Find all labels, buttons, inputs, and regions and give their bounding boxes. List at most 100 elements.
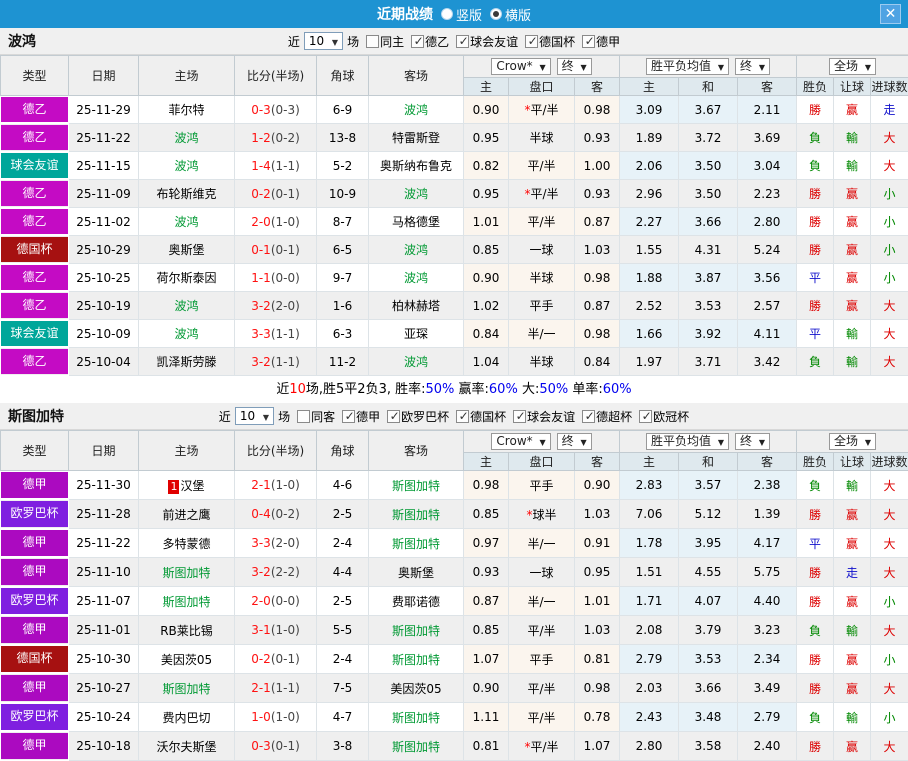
avg-draw-odds: 4.07	[679, 587, 738, 616]
match-date: 25-10-30	[69, 645, 139, 674]
handicap-text: 一球	[529, 243, 553, 257]
halftime-score: (1-0)	[271, 710, 300, 724]
final-odds-select[interactable]: 终 ▼	[557, 58, 592, 75]
league-label[interactable]: 球会友谊	[470, 33, 518, 50]
match-date: 25-11-09	[69, 180, 139, 208]
score-cell: 1-2(0-2)	[235, 124, 317, 152]
home-team-cell: 多特蒙德	[139, 529, 235, 558]
score-cell: 0-1(0-1)	[235, 236, 317, 264]
away-odds: 0.91	[575, 529, 620, 558]
same-venue-label[interactable]: 同客	[311, 408, 335, 425]
col-score: 比分(半场)	[235, 431, 317, 471]
avg-away-odds: 3.04	[738, 152, 797, 180]
crow-source-select[interactable]: Crow* ▼	[491, 433, 550, 450]
match-date: 25-11-30	[69, 471, 139, 500]
league-label[interactable]: 德乙	[425, 33, 449, 50]
goals-result-cell: 大	[871, 348, 908, 376]
league-type-cell: 德甲	[1, 471, 69, 500]
handicap-result-cell: 赢	[834, 587, 871, 616]
league-checkbox[interactable]	[456, 35, 469, 48]
league-checkbox[interactable]	[582, 35, 595, 48]
goals-result-cell: 小	[871, 180, 908, 208]
league-label[interactable]: 欧罗巴杯	[401, 408, 449, 425]
away-odds: 0.84	[575, 348, 620, 376]
layout-vertical-radio[interactable]	[441, 8, 453, 20]
avg-odds-select[interactable]: 胜平负均值 ▼	[646, 58, 729, 75]
match-count-select[interactable]: 10 ▼	[304, 32, 343, 50]
chevron-down-icon: ▼	[718, 63, 724, 72]
layout-horizontal-label[interactable]: 横版	[505, 5, 531, 24]
away-odds: 0.93	[575, 124, 620, 152]
fulltime-select[interactable]: 全场 ▼	[829, 58, 876, 75]
result-cell: 平	[797, 264, 834, 292]
goals-result-cell: 小	[871, 703, 908, 732]
games-label: 场	[347, 33, 359, 50]
league-checkbox[interactable]	[525, 35, 538, 48]
handicap-cell: *平/半	[509, 732, 575, 761]
away-team-name: 斯图加特	[392, 479, 440, 493]
crow-source-select[interactable]: Crow* ▼	[491, 58, 550, 75]
same-venue-label[interactable]: 同主	[380, 33, 404, 50]
same-venue-checkbox[interactable]	[297, 410, 310, 423]
away-odds: 0.93	[575, 180, 620, 208]
handicap-cell: 半球	[509, 264, 575, 292]
subheader-cell: 主	[620, 78, 679, 96]
league-type-cell: 德甲	[1, 674, 69, 703]
summary-fragment: 近	[276, 382, 289, 397]
league-checkbox[interactable]	[387, 410, 400, 423]
layout-horizontal-radio[interactable]	[490, 8, 502, 20]
subheader-cell: 让球	[834, 78, 871, 96]
score-cell: 3-2(1-1)	[235, 348, 317, 376]
away-team-cell: 斯图加特	[369, 616, 464, 645]
avg-home-odds: 2.43	[620, 703, 679, 732]
handicap-cell: 平手	[509, 292, 575, 320]
halftime-score: (2-2)	[271, 565, 300, 579]
away-team-name: 波鸿	[404, 355, 428, 369]
league-checkbox[interactable]	[411, 35, 424, 48]
handicap-cell: 平/半	[509, 616, 575, 645]
home-team-cell: 波鸿	[139, 320, 235, 348]
league-label[interactable]: 德甲	[596, 33, 620, 50]
goals-result-cell: 大	[871, 529, 908, 558]
final-odds-select[interactable]: 终 ▼	[735, 433, 770, 450]
same-venue-checkbox[interactable]	[366, 35, 379, 48]
fulltime-select[interactable]: 全场 ▼	[829, 433, 876, 450]
final-odds-select[interactable]: 终 ▼	[735, 58, 770, 75]
final-odds-select[interactable]: 终 ▼	[557, 433, 592, 450]
away-team-name: 波鸿	[404, 187, 428, 201]
home-team-cell: 沃尔夫斯堡	[139, 732, 235, 761]
match-count-select[interactable]: 10 ▼	[235, 407, 274, 425]
handicap-cell: 平/半	[509, 208, 575, 236]
score-cell: 0-4(0-2)	[235, 500, 317, 529]
result-cell: 勝	[797, 96, 834, 124]
league-checkbox[interactable]	[582, 410, 595, 423]
goals-result-cell: 走	[871, 96, 908, 124]
away-odds: 0.98	[575, 264, 620, 292]
league-label[interactable]: 德国杯	[470, 408, 506, 425]
avg-odds-select[interactable]: 胜平负均值 ▼	[646, 433, 729, 450]
col-type: 类型	[1, 431, 69, 471]
league-label[interactable]: 球会友谊	[527, 408, 575, 425]
away-team-name: 马格德堡	[392, 215, 440, 229]
match-row: 德乙25-11-29菲尔特0-3(0-3)6-9波鸿0.90*平/半0.983.…	[1, 96, 908, 124]
match-date: 25-10-18	[69, 732, 139, 761]
avg-home-odds: 1.78	[620, 529, 679, 558]
away-team-cell: 柏林赫塔	[369, 292, 464, 320]
league-label[interactable]: 德超杯	[596, 408, 632, 425]
close-icon[interactable]: ✕	[880, 4, 901, 24]
matches-table: 类型日期主场比分(半场)角球客场Crow* ▼终 ▼胜平负均值 ▼终 ▼全场 ▼…	[0, 430, 908, 761]
league-label[interactable]: 德甲	[356, 408, 380, 425]
league-checkbox[interactable]	[639, 410, 652, 423]
avg-away-odds: 3.23	[738, 616, 797, 645]
league-label[interactable]: 欧冠杯	[653, 408, 689, 425]
home-team-name: 沃尔夫斯堡	[156, 740, 216, 754]
score-cell: 0-2(0-1)	[235, 180, 317, 208]
league-type-cell: 德甲	[1, 558, 69, 587]
handicap-cell: 半球	[509, 124, 575, 152]
league-checkbox[interactable]	[513, 410, 526, 423]
league-checkbox[interactable]	[342, 410, 355, 423]
match-row: 德甲25-10-27斯图加特2-1(1-1)7-5美因茨050.90平/半0.9…	[1, 674, 908, 703]
layout-vertical-label[interactable]: 竖版	[456, 5, 482, 24]
league-checkbox[interactable]	[456, 410, 469, 423]
league-label[interactable]: 德国杯	[539, 33, 575, 50]
